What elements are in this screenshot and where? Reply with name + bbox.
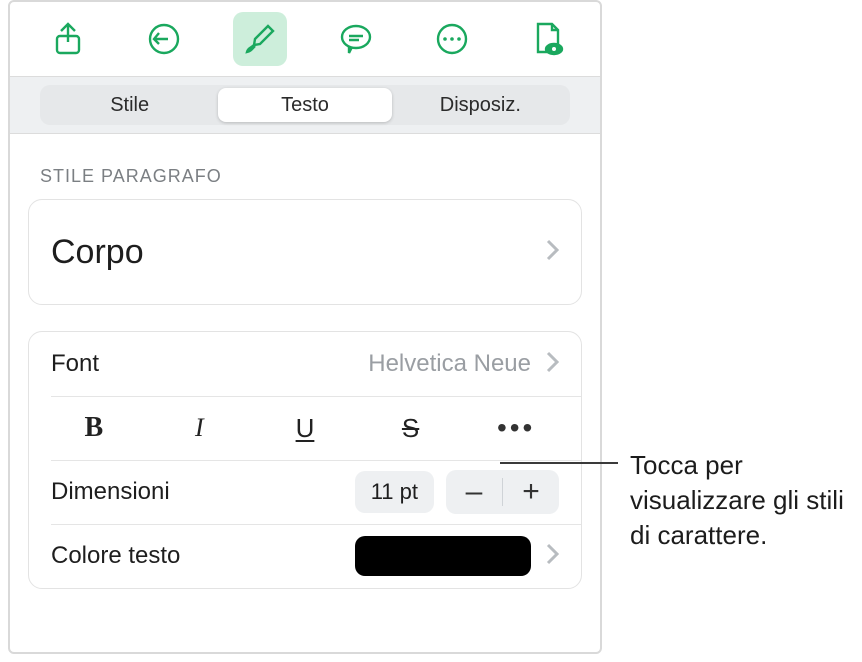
tab-text[interactable]: Testo	[218, 88, 391, 122]
paragraph-style-row[interactable]: Corpo	[29, 200, 581, 304]
more-button[interactable]	[404, 3, 500, 75]
chevron-right-icon	[545, 543, 559, 570]
format-tabs: Stile Testo Disposiz.	[40, 85, 570, 125]
document-eye-icon	[521, 12, 575, 66]
size-stepper: – +	[446, 470, 559, 514]
callout-text: Tocca per visualizzare gli stili di cara…	[630, 448, 862, 553]
size-decrease-button[interactable]: –	[446, 470, 502, 514]
italic-button[interactable]: I	[147, 400, 253, 456]
underline-button[interactable]: U	[252, 400, 358, 456]
character-styles-more-button[interactable]: •••	[463, 400, 569, 456]
comment-icon	[329, 12, 383, 66]
chevron-right-icon	[545, 351, 559, 378]
paragraph-style-card: Corpo	[28, 199, 582, 305]
reader-button[interactable]	[500, 3, 596, 75]
text-color-label: Colore testo	[51, 542, 180, 570]
undo-icon	[137, 12, 191, 66]
text-color-swatch[interactable]	[355, 536, 531, 576]
font-value: Helvetica Neue	[368, 350, 531, 378]
format-tabs-bar: Stile Testo Disposiz.	[10, 76, 600, 134]
tab-layout[interactable]: Disposiz.	[394, 88, 567, 122]
callout-leader-line	[500, 462, 618, 464]
bold-button[interactable]: B	[41, 400, 147, 456]
format-panel: Stile Testo Disposiz. STILE PARAGRAFO Co…	[8, 0, 602, 654]
more-circle-icon	[425, 12, 479, 66]
strikethrough-button[interactable]: S	[358, 400, 464, 456]
size-label: Dimensioni	[51, 478, 170, 506]
format-button[interactable]	[212, 3, 308, 75]
share-icon	[41, 12, 95, 66]
paragraph-style-section-label: STILE PARAGRAFO	[10, 134, 600, 199]
size-row: Dimensioni 11 pt – +	[29, 460, 581, 524]
text-style-row: B I U S •••	[29, 396, 581, 460]
share-button[interactable]	[20, 3, 116, 75]
tab-style[interactable]: Stile	[43, 88, 216, 122]
font-card: Font Helvetica Neue B I U S ••• Dimensio…	[28, 331, 582, 589]
text-color-row[interactable]: Colore testo	[29, 524, 581, 588]
undo-button[interactable]	[116, 3, 212, 75]
font-label: Font	[51, 350, 99, 378]
font-row[interactable]: Font Helvetica Neue	[29, 332, 581, 396]
size-increase-button[interactable]: +	[503, 470, 559, 514]
top-toolbar	[10, 2, 600, 76]
paintbrush-icon	[233, 12, 287, 66]
comment-button[interactable]	[308, 3, 404, 75]
chevron-right-icon	[545, 239, 559, 266]
size-value[interactable]: 11 pt	[355, 471, 434, 513]
paragraph-style-name: Corpo	[51, 233, 144, 272]
